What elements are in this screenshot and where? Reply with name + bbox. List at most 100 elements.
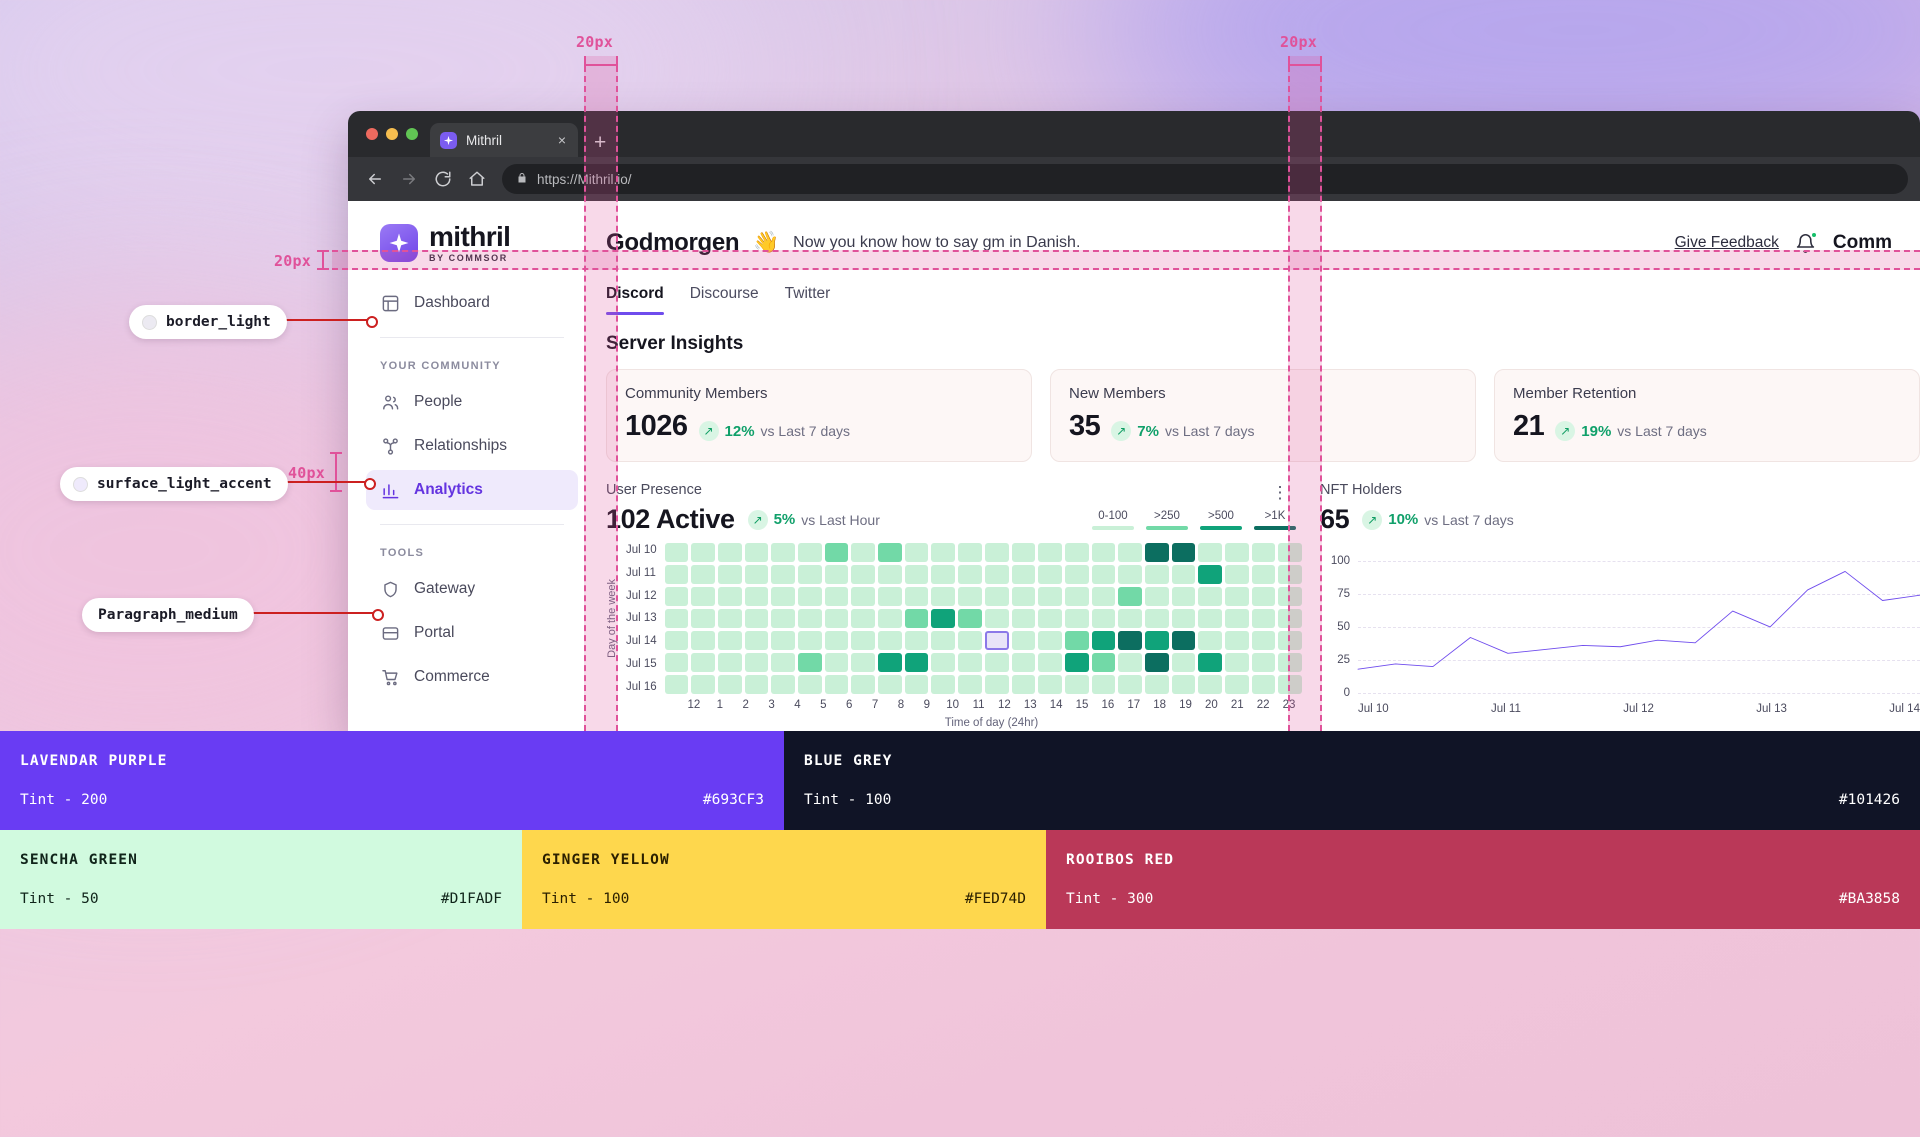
heatmap-cell[interactable] — [931, 653, 956, 672]
tab-discourse[interactable]: Discourse — [690, 285, 759, 315]
heatmap-cell[interactable] — [1118, 675, 1142, 694]
home-icon[interactable] — [462, 164, 492, 194]
heatmap-cell[interactable] — [958, 609, 982, 628]
heatmap-cell[interactable] — [1144, 675, 1169, 694]
heatmap-grid[interactable] — [664, 543, 1302, 694]
heatmap-cell[interactable] — [744, 587, 769, 606]
heatmap-cell[interactable] — [1251, 543, 1276, 562]
heatmap-cell[interactable] — [931, 675, 956, 694]
heatmap-cell[interactable] — [958, 587, 982, 606]
heatmap-cell[interactable] — [1198, 587, 1222, 606]
heatmap-cell[interactable] — [904, 675, 929, 694]
heatmap-cell[interactable] — [1091, 609, 1116, 628]
heatmap-cell[interactable] — [664, 543, 689, 562]
back-arrow-icon[interactable] — [360, 164, 390, 194]
heatmap-cell[interactable] — [824, 565, 849, 584]
heatmap-cell[interactable] — [878, 565, 902, 584]
heatmap-cell[interactable] — [691, 653, 716, 672]
heatmap-cell[interactable] — [984, 631, 1009, 650]
heatmap-cell[interactable] — [904, 565, 929, 584]
heatmap-cell[interactable] — [1118, 631, 1142, 650]
heatmap-cell[interactable] — [1171, 565, 1196, 584]
sidebar-item-gateway[interactable]: Gateway — [366, 569, 578, 609]
heatmap-cell[interactable] — [1118, 543, 1142, 562]
heatmap-cell[interactable] — [691, 609, 716, 628]
heatmap-cell[interactable] — [1118, 653, 1142, 672]
heatmap-cell[interactable] — [664, 675, 689, 694]
heatmap-cell[interactable] — [771, 653, 796, 672]
heatmap-cell[interactable] — [851, 653, 876, 672]
minimize-window-button[interactable] — [386, 128, 398, 140]
heatmap-cell[interactable] — [931, 631, 956, 650]
heatmap-cell[interactable] — [958, 653, 982, 672]
heatmap-cell[interactable] — [904, 543, 929, 562]
maximize-window-button[interactable] — [406, 128, 418, 140]
heatmap-cell[interactable] — [1064, 609, 1089, 628]
heatmap-cell[interactable] — [744, 631, 769, 650]
nft-line-chart[interactable]: 0 25 50 75 100 Jul 10 Jul 11 Jul 12 Jul 13 Jul 1… — [1320, 545, 1920, 715]
heatmap-cell[interactable] — [851, 609, 876, 628]
heatmap-cell[interactable] — [664, 653, 689, 672]
heatmap-cell[interactable] — [878, 587, 902, 606]
heatmap-cell[interactable] — [931, 565, 956, 584]
heatmap-cell[interactable] — [1091, 543, 1116, 562]
heatmap-cell[interactable] — [1198, 609, 1222, 628]
heatmap-cell[interactable] — [1171, 587, 1196, 606]
window-controls[interactable] — [364, 111, 430, 157]
heatmap-cell[interactable] — [1171, 631, 1196, 650]
heatmap-cell[interactable] — [691, 565, 716, 584]
heatmap-cell[interactable] — [984, 653, 1009, 672]
heatmap-cell[interactable] — [798, 609, 822, 628]
heatmap-cell[interactable] — [984, 675, 1009, 694]
heatmap-cell[interactable] — [1144, 587, 1169, 606]
brand-logo[interactable]: mithril BY COMMSOR — [348, 201, 596, 283]
heatmap-cell[interactable] — [984, 543, 1009, 562]
heatmap-cell[interactable] — [1011, 565, 1036, 584]
heatmap-cell[interactable] — [1251, 653, 1276, 672]
heatmap-cell[interactable] — [691, 675, 716, 694]
heatmap-cell[interactable] — [1251, 565, 1276, 584]
heatmap-cell[interactable] — [771, 543, 796, 562]
metric-card[interactable]: Member Retention 21 ↗ 19% vs Last 7 days — [1494, 369, 1920, 462]
heatmap-cell[interactable] — [1224, 543, 1249, 562]
heatmap-cell[interactable] — [1144, 609, 1169, 628]
heatmap-cell[interactable] — [771, 631, 796, 650]
heatmap-cell[interactable] — [1064, 543, 1089, 562]
heatmap-cell[interactable] — [824, 587, 849, 606]
heatmap-cell[interactable] — [664, 631, 689, 650]
heatmap-cell[interactable] — [878, 631, 902, 650]
heatmap-cell[interactable] — [824, 609, 849, 628]
heatmap-cell[interactable] — [1224, 675, 1249, 694]
heatmap-cell[interactable] — [1251, 675, 1276, 694]
heatmap-cell[interactable] — [718, 543, 742, 562]
heatmap-cell[interactable] — [771, 675, 796, 694]
heatmap-cell[interactable] — [1198, 565, 1222, 584]
heatmap-cell[interactable] — [718, 609, 742, 628]
heatmap-cell[interactable] — [1144, 653, 1169, 672]
heatmap-cell[interactable] — [691, 587, 716, 606]
sidebar-item-relationships[interactable]: Relationships — [366, 426, 578, 466]
heatmap-cell[interactable] — [904, 653, 929, 672]
heatmap-cell[interactable] — [851, 565, 876, 584]
close-window-button[interactable] — [366, 128, 378, 140]
heatmap-cell[interactable] — [984, 565, 1009, 584]
heatmap-cell[interactable] — [1198, 675, 1222, 694]
heatmap-cell[interactable] — [984, 609, 1009, 628]
heatmap-cell[interactable] — [1091, 587, 1116, 606]
heatmap-cell[interactable] — [931, 543, 956, 562]
heatmap-cell[interactable] — [798, 565, 822, 584]
browser-tab[interactable]: Mithril × — [430, 123, 578, 157]
heatmap-cell[interactable] — [1118, 587, 1142, 606]
heatmap-cell[interactable] — [1091, 631, 1116, 650]
heatmap-cell[interactable] — [1038, 609, 1062, 628]
heatmap-cell[interactable] — [1171, 675, 1196, 694]
heatmap-cell[interactable] — [798, 675, 822, 694]
close-tab-icon[interactable]: × — [556, 132, 568, 148]
heatmap-cell[interactable] — [718, 675, 742, 694]
heatmap-cell[interactable] — [1038, 631, 1062, 650]
heatmap-cell[interactable] — [1038, 587, 1062, 606]
heatmap-cell[interactable] — [931, 587, 956, 606]
heatmap-cell[interactable] — [718, 587, 742, 606]
heatmap-cell[interactable] — [1091, 675, 1116, 694]
heatmap-cell[interactable] — [958, 565, 982, 584]
